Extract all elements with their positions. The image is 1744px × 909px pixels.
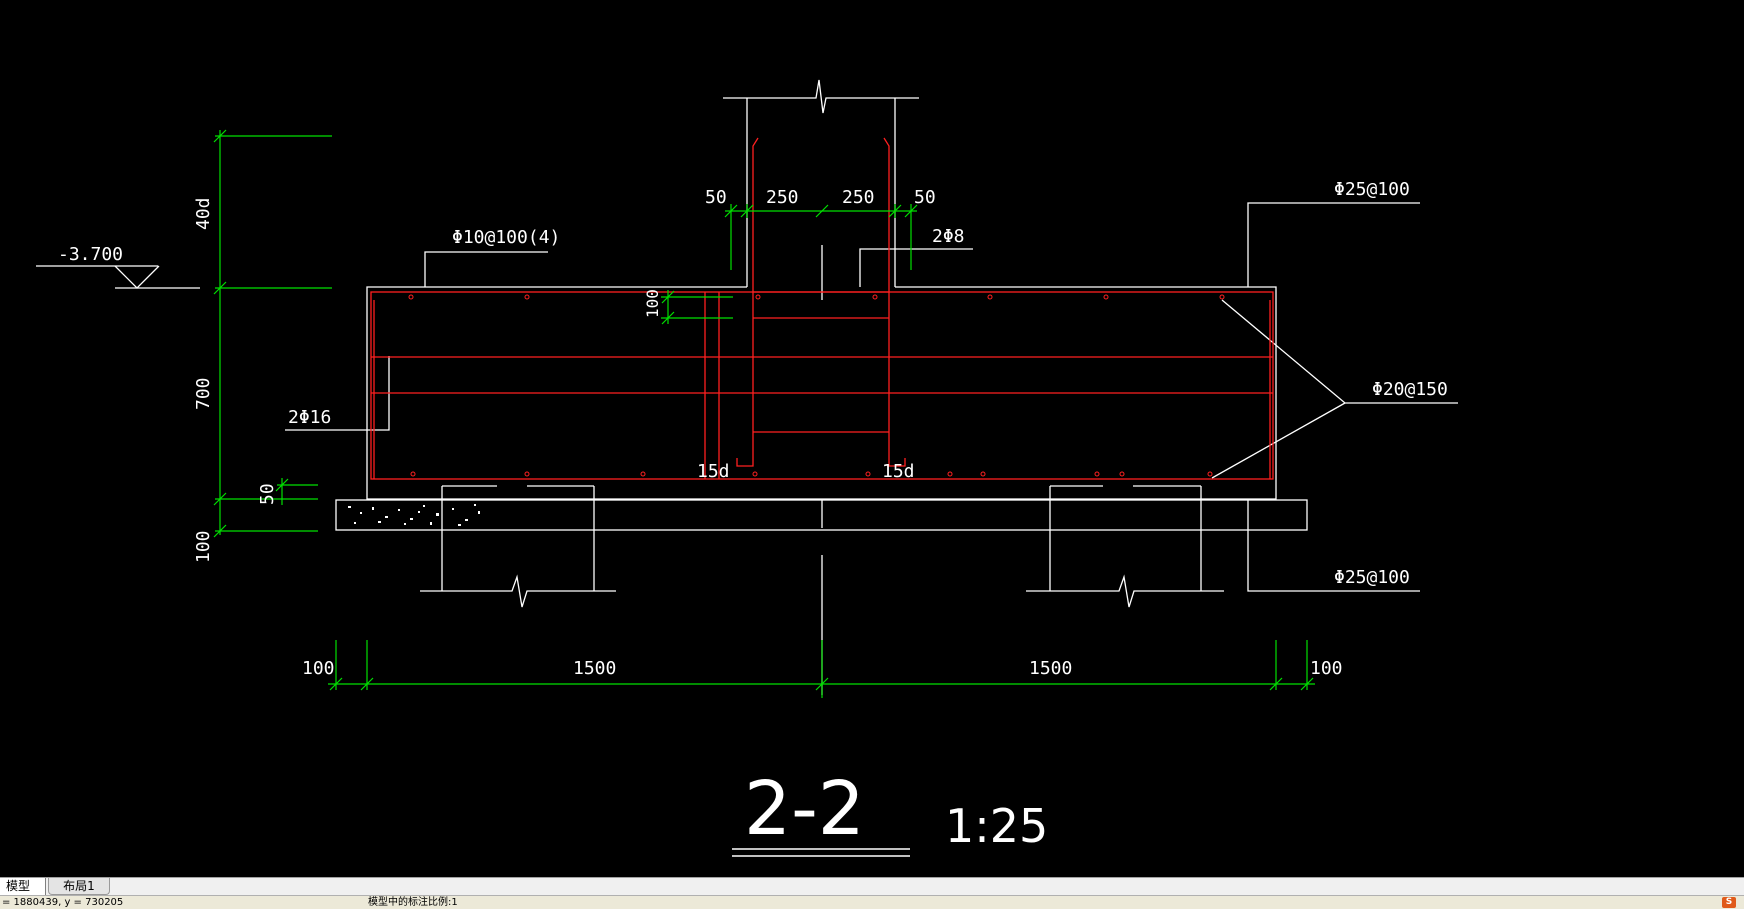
status-coordinates: = 1880439, y = 730205 xyxy=(2,897,124,908)
dim-50-right: 50 xyxy=(914,187,936,208)
label-stirrup: Φ10@100(4) xyxy=(452,227,560,248)
dim-100-vertical: 100 xyxy=(193,530,214,563)
drawing-canvas[interactable]: Φ10@100(4) Φ25@100 Φ25@100 Φ20@150 2Φ16 … xyxy=(0,0,1744,877)
dim-50-vertical: 50 xyxy=(257,483,278,505)
dim-bottom-1500-left: 1500 xyxy=(573,658,616,679)
status-message: 模型中的标注比例:1 xyxy=(368,897,458,908)
dim-50-left: 50 xyxy=(705,187,727,208)
label-bottom-bar: Φ25@100 xyxy=(1334,567,1410,588)
cad-drawing[interactable]: Φ10@100(4) Φ25@100 Φ25@100 Φ20@150 2Φ16 … xyxy=(0,0,1744,877)
layout-tab-bar: 模型 布局1 xyxy=(0,877,1744,896)
dimension-lines xyxy=(215,130,1315,698)
rebar-lines xyxy=(370,137,1274,480)
label-hook-right: 15d xyxy=(882,461,915,482)
dim-700: 700 xyxy=(193,377,214,410)
dim-bottom-1500-right: 1500 xyxy=(1029,658,1072,679)
dim-100-inner: 100 xyxy=(643,289,662,318)
rebar-dots xyxy=(408,294,1225,477)
concrete-hatch xyxy=(348,504,480,526)
label-elevation: -3.700 xyxy=(58,244,123,265)
dim-250-left: 250 xyxy=(766,187,799,208)
dim-40d: 40d xyxy=(193,197,214,230)
dim-250-right: 250 xyxy=(842,187,875,208)
ime-icon[interactable]: S xyxy=(1722,897,1736,908)
section-title: 2-2 xyxy=(744,766,865,852)
label-2phi8: 2Φ8 xyxy=(932,226,965,247)
section-scale: 1:25 xyxy=(945,799,1048,853)
tab-layout1[interactable]: 布局1 xyxy=(48,878,110,895)
dim-bottom-100-right: 100 xyxy=(1310,658,1343,679)
label-2phi16: 2Φ16 xyxy=(288,407,331,428)
status-bar: = 1880439, y = 730205 模型中的标注比例:1 S xyxy=(0,895,1744,909)
dim-bottom-100-left: 100 xyxy=(302,658,335,679)
label-top-bar: Φ25@100 xyxy=(1334,179,1410,200)
dimension-ticks xyxy=(213,129,1314,691)
label-hook-left: 15d xyxy=(697,461,730,482)
tab-model[interactable]: 模型 xyxy=(0,878,46,895)
label-side-bar: Φ20@150 xyxy=(1372,379,1448,400)
